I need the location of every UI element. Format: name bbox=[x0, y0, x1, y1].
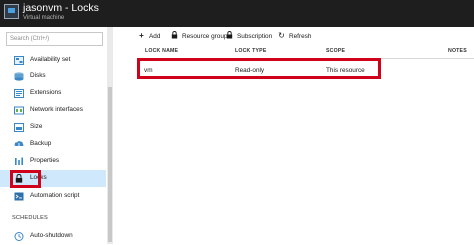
virtual-machine-icon bbox=[4, 4, 19, 19]
sidebar-item-availability-set[interactable]: Availability set bbox=[0, 52, 106, 69]
column-header-lock-name[interactable]: LOCK NAME bbox=[145, 48, 178, 54]
command-bar: + Add Resource group Subscription ↻ Refres… bbox=[137, 27, 474, 45]
locks-table-header: LOCK NAME LOCK TYPE SCOPE NOTES bbox=[137, 45, 474, 59]
lock-icon bbox=[170, 27, 179, 45]
blade-subtitle: Virtual machine bbox=[23, 15, 65, 21]
sidebar-item-backup[interactable]: Backup bbox=[0, 136, 106, 153]
blade-header: jasonvm - Locks Virtual machine bbox=[0, 0, 474, 27]
scrollbar-thumb[interactable] bbox=[108, 87, 112, 242]
row-highlight-box bbox=[137, 58, 381, 79]
sidebar-item-label: Extensions bbox=[30, 89, 62, 96]
blade-title: jasonvm - Locks bbox=[23, 2, 99, 14]
sidebar-item-auto-shutdown[interactable]: Auto-shutdown bbox=[0, 228, 106, 245]
add-button[interactable]: + Add bbox=[137, 27, 160, 45]
sidebar-item-label: Size bbox=[30, 123, 43, 130]
sidebar-item-label: Auto-shutdown bbox=[30, 232, 73, 239]
locks-highlight-box bbox=[10, 170, 41, 188]
sidebar-item-properties[interactable]: Properties bbox=[0, 153, 106, 170]
menu-search-input[interactable]: Search (Ctrl+/) bbox=[6, 32, 103, 46]
column-header-lock-type[interactable]: LOCK TYPE bbox=[235, 48, 267, 54]
sidebar-item-label: Disks bbox=[30, 72, 46, 79]
clock-icon bbox=[14, 232, 24, 241]
column-header-scope[interactable]: SCOPE bbox=[326, 48, 345, 54]
lock-icon bbox=[225, 27, 234, 45]
properties-icon bbox=[15, 157, 23, 165]
sidebar-item-label: Properties bbox=[30, 157, 60, 164]
column-header-notes[interactable]: NOTES bbox=[448, 48, 467, 54]
availability-set-icon bbox=[14, 56, 24, 65]
section-label-schedules: SCHEDULES bbox=[12, 215, 48, 221]
size-icon bbox=[14, 123, 24, 132]
resource-group-button[interactable]: Resource group bbox=[170, 27, 227, 45]
sidebar-scrollbar[interactable] bbox=[107, 27, 113, 244]
backup-icon bbox=[14, 141, 24, 149]
sidebar-item-size[interactable]: Size bbox=[0, 119, 106, 136]
disks-icon bbox=[14, 72, 24, 81]
automation-script-icon bbox=[14, 192, 24, 201]
sidebar-item-disks[interactable]: Disks bbox=[0, 68, 106, 85]
sidebar-item-label: Backup bbox=[30, 140, 52, 147]
sidebar-item-label: Availability set bbox=[30, 56, 71, 63]
refresh-button[interactable]: ↻ Refresh bbox=[277, 27, 311, 45]
sidebar-item-automation-script[interactable]: Automation script bbox=[0, 188, 106, 205]
extensions-icon bbox=[14, 89, 24, 98]
subscription-button[interactable]: Subscription bbox=[225, 27, 272, 45]
plus-icon: + bbox=[139, 31, 144, 40]
sidebar-item-network-interfaces[interactable]: Network interfaces bbox=[0, 102, 106, 119]
network-interfaces-icon bbox=[14, 106, 24, 115]
sidebar-item-label: Automation script bbox=[30, 192, 80, 199]
sidebar-item-extensions[interactable]: Extensions bbox=[0, 85, 106, 102]
sidebar-item-label: Network interfaces bbox=[30, 106, 83, 113]
refresh-icon: ↻ bbox=[278, 31, 285, 40]
